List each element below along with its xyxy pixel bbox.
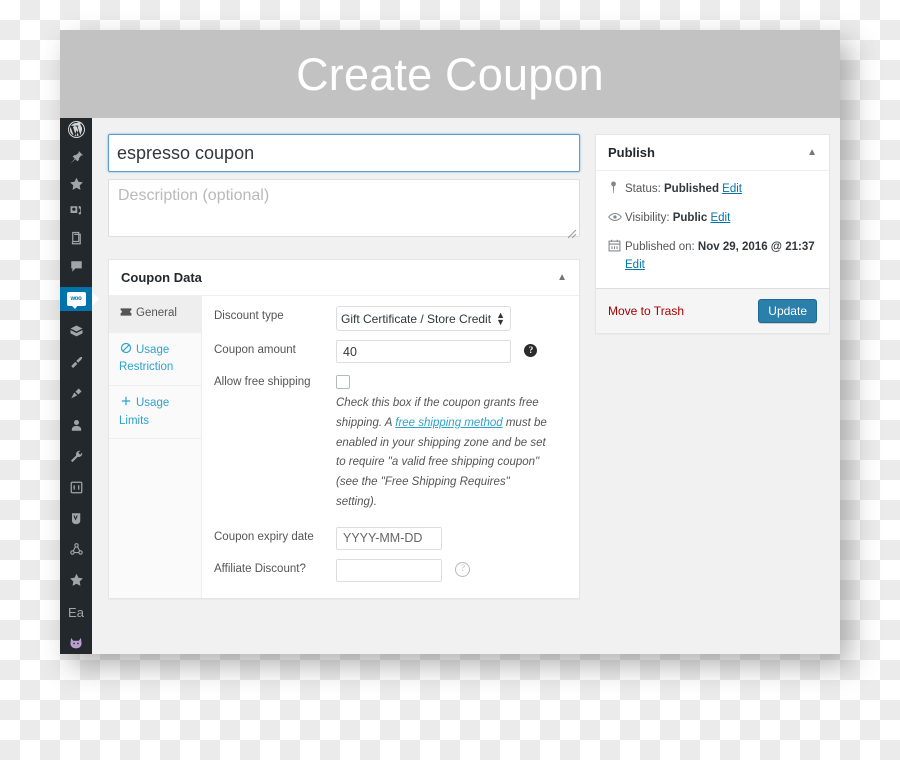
visibility-value: Public [672, 212, 708, 225]
coupon-title-input[interactable] [108, 134, 580, 172]
media-icon[interactable] [60, 201, 92, 222]
paintbrush-icon[interactable] [60, 352, 92, 373]
eye-icon [608, 209, 625, 228]
box-icon[interactable] [60, 321, 92, 342]
visibility-edit-link[interactable]: Edit [710, 212, 730, 224]
ea-label: Ea [68, 604, 84, 620]
published-on-row: Published on: Nov 29, 2016 @ 21:37 Edit [608, 238, 817, 275]
plug-icon[interactable] [60, 383, 92, 404]
pages-icon[interactable] [60, 228, 92, 249]
delete-action: Move to Trash [608, 302, 684, 320]
woo-label: woo [70, 295, 82, 302]
publish-metabox: Publish ▲ Status: Published Edit Visibil… [595, 134, 830, 334]
main-content: Coupon Data ▲ General [92, 118, 840, 654]
sidebar-item-woocommerce[interactable]: woo [60, 286, 99, 311]
field-discount-type: Discount type Gift Certificate / Store C… [214, 306, 567, 331]
published-on-edit-link[interactable]: Edit [625, 259, 645, 271]
yoast-icon[interactable] [60, 508, 92, 529]
star-icon-2[interactable] [60, 570, 92, 591]
coupon-data-metabox: Coupon Data ▲ General Usage Restriction … [108, 259, 580, 599]
post-body-content: Coupon Data ▲ General [108, 134, 580, 654]
page-banner: Create Coupon [60, 30, 840, 118]
coupon-data-header[interactable]: Coupon Data ▲ [109, 260, 579, 296]
field-coupon-amount: Coupon amount ? [214, 340, 567, 363]
publish-details: Status: Published Edit Visibility: Publi… [596, 171, 829, 288]
field-coupon-expiry-date: Coupon expiry date [214, 526, 567, 550]
comment-icon[interactable] [60, 255, 92, 276]
pin-icon[interactable] [60, 147, 92, 168]
chevron-up-icon-publish[interactable]: ▲ [807, 147, 817, 158]
coupon-expiry-label: Coupon expiry date [214, 530, 314, 543]
coupon-general-panel: Discount type Gift Certificate / Store C… [202, 296, 579, 598]
tab-general[interactable]: General [109, 296, 201, 333]
visibility-label: Visibility: [625, 212, 670, 225]
help-icon-affiliate-discount[interactable]: ? [455, 562, 471, 578]
tab-usage-restriction[interactable]: Usage Restriction [109, 333, 201, 387]
affiliate-discount-input[interactable] [336, 558, 442, 582]
chevron-up-icon[interactable]: ▲ [557, 272, 567, 283]
coupon-description-textarea[interactable] [108, 179, 580, 237]
field-allow-free-shipping: Allow free shipping Check this box if th… [214, 372, 567, 513]
tab-general-label: General [136, 307, 177, 319]
update-button[interactable]: Update [758, 298, 817, 323]
affiliate-discount-label: Affiliate Discount? [214, 562, 306, 575]
title-field-wrapper [108, 134, 580, 172]
user-icon[interactable] [60, 414, 92, 435]
status-value: Published [664, 183, 719, 195]
publish-title: Publish [608, 145, 655, 160]
browser-window: Create Coupon woo Ea espresso coupon Des… [60, 30, 840, 654]
wrench-icon[interactable] [60, 446, 92, 467]
pin-status-icon [608, 180, 625, 200]
wp-admin-body: woo Ea espresso coupon Description (opti… [60, 118, 840, 654]
page-title: Create Coupon [296, 48, 604, 100]
status-edit-link[interactable]: Edit [722, 183, 742, 195]
tab-usage-limits[interactable]: Usage Limits [109, 386, 201, 440]
help-icon-coupon-amount[interactable]: ? [524, 343, 538, 357]
coupon-amount-input[interactable] [336, 340, 511, 363]
status-label: Status: [625, 183, 661, 195]
cat-icon[interactable] [60, 633, 92, 654]
coupon-panel-wrap: General Usage Restriction Usage Limits D… [109, 296, 579, 598]
visibility-row: Visibility: Public Edit [608, 209, 817, 228]
ea-text-icon[interactable]: Ea [60, 602, 92, 623]
blocked-icon [119, 342, 132, 360]
desc-part-2: must be enabled in your shipping zone an… [336, 416, 547, 508]
coupon-data-title: Coupon Data [121, 270, 202, 285]
move-to-trash-link[interactable]: Move to Trash [608, 304, 684, 318]
star-icon[interactable] [60, 174, 92, 195]
coupon-expiry-input[interactable] [336, 526, 442, 550]
status-row: Status: Published Edit [608, 180, 817, 200]
admin-sidebar[interactable]: woo Ea [60, 118, 99, 654]
sliders-icon[interactable] [60, 477, 92, 498]
network-icon[interactable] [60, 539, 92, 560]
published-on-label: Published on: [625, 240, 695, 253]
coupon-data-tabs[interactable]: General Usage Restriction Usage Limits [109, 296, 202, 598]
plus-icon [119, 395, 132, 413]
allow-free-shipping-label: Allow free shipping [214, 376, 311, 388]
allow-free-shipping-description: Check this box if the coupon grants free… [336, 394, 549, 513]
field-affiliate-discount: Affiliate Discount? ? [214, 558, 567, 582]
calendar-icon [608, 238, 625, 258]
allow-free-shipping-checkbox[interactable] [336, 375, 350, 389]
publish-container: Publish ▲ Status: Published Edit Visibil… [595, 134, 830, 654]
published-on-value: Nov 29, 2016 @ 21:37 [697, 240, 815, 253]
description-field-wrapper [108, 179, 580, 242]
publish-actions: Move to Trash Update [596, 287, 829, 333]
discount-type-select[interactable]: Gift Certificate / Store Credit [336, 306, 511, 331]
publish-header[interactable]: Publish ▲ [596, 135, 829, 171]
woo-icon: woo [66, 291, 86, 309]
coupon-amount-label: Coupon amount [214, 344, 296, 356]
ticket-icon [119, 306, 132, 323]
free-shipping-method-link[interactable]: free shipping method [395, 417, 502, 429]
discount-type-label: Discount type [214, 310, 284, 322]
wordpress-logo-icon[interactable] [60, 118, 92, 141]
